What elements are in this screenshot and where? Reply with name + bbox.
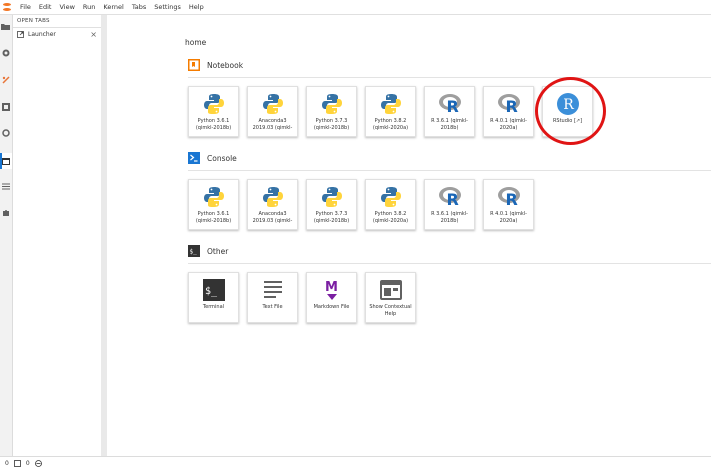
statusbar: 0 0: [0, 456, 711, 469]
svg-text:$_: $_: [190, 249, 198, 256]
status-count-1: 0: [5, 459, 9, 467]
launcher-icon: [17, 30, 24, 38]
python-icon: [202, 185, 226, 209]
jupyter-logo-icon: [1, 1, 13, 13]
other-card-show-contextual-help[interactable]: Show Contextual Help: [365, 272, 416, 323]
notebook-card-anaconda3-2019-03-qimkl[interactable]: Anaconda3 2019.03 (qimkl-: [247, 86, 298, 137]
python-icon: [261, 185, 285, 209]
section-notebook: Notebook Python 3.6.1 (qimkl-2018b) Anaco…: [188, 57, 711, 152]
r-icon: R: [497, 185, 521, 209]
other-card-text-file[interactable]: Text File: [247, 272, 298, 323]
status-count-2: 0: [25, 459, 30, 467]
card-label: Python 3.8.2 (qimkl-2020a): [372, 211, 409, 224]
console-card-python-3-8-2-qimkl-2020a[interactable]: Python 3.8.2 (qimkl-2020a): [365, 179, 416, 230]
svg-text:$_: $_: [205, 286, 218, 297]
card-label: Terminal: [202, 304, 225, 310]
card-label: Anaconda3 2019.03 (qimkl-: [252, 118, 293, 131]
menu-run[interactable]: Run: [83, 3, 95, 11]
other-card-markdown-file[interactable]: M Markdown File: [306, 272, 357, 323]
svg-text:R: R: [506, 190, 518, 209]
r-icon: R: [438, 92, 462, 116]
markdown-icon: M: [320, 278, 344, 302]
console-card-python-3-7-3-qimkl-2018b[interactable]: Python 3.7.3 (qimkl-2018b): [306, 179, 357, 230]
status-settings-icon: [34, 459, 42, 467]
card-label: R 4.0.1 (qimkl-2020a): [490, 118, 527, 131]
svg-text:R: R: [447, 97, 459, 116]
breadcrumb[interactable]: home: [185, 38, 206, 47]
notebook-icon: [188, 59, 200, 71]
section-title-console: Console: [207, 153, 237, 163]
console-card-anaconda3-2019-03-qimkl[interactable]: Anaconda3 2019.03 (qimkl-: [247, 179, 298, 230]
python-icon: [261, 92, 285, 116]
folder-icon[interactable]: [1, 22, 10, 30]
svg-text:M: M: [325, 280, 338, 295]
card-label: R 3.6.1 (qimkl-2018b): [431, 211, 468, 224]
other-card-terminal[interactable]: $_ Terminal: [188, 272, 239, 323]
open-tabs-header: OPEN TABS: [13, 15, 101, 28]
table-of-contents-icon[interactable]: [1, 182, 10, 190]
card-label: Markdown File: [313, 304, 350, 310]
r-icon: R: [497, 92, 521, 116]
section-other: $_ Other $_ Terminal Text File M Markdown Fi…: [188, 243, 711, 338]
console-card-python-3-6-1-qimkl-2018b[interactable]: Python 3.6.1 (qimkl-2018b): [188, 179, 239, 230]
card-label: R 4.0.1 (qimkl-2020a): [490, 211, 527, 224]
notebook-card-r-3-6-1-qimkl-2018b[interactable]: R R 3.6.1 (qimkl-2018b): [424, 86, 475, 137]
menu-view[interactable]: View: [59, 3, 74, 11]
open-tabs-panel: OPEN TABS Launcher ×: [13, 15, 102, 456]
card-label: Anaconda3 2019.03 (qimkl-: [252, 211, 293, 224]
python-icon: [320, 92, 344, 116]
help-icon: [379, 278, 403, 302]
menu-settings[interactable]: Settings: [154, 3, 181, 11]
textfile-icon: [261, 278, 285, 302]
tabs-icon[interactable]: [1, 157, 10, 165]
left-activity-bar: [0, 15, 13, 456]
menubar: File Edit View Run Kernel Tabs Settings …: [0, 0, 711, 15]
section-title-notebook: Notebook: [207, 60, 244, 70]
terminal-icon: $_: [202, 278, 226, 302]
notebook-card-r-4-0-1-qimkl-2020a[interactable]: R R 4.0.1 (qimkl-2020a): [483, 86, 534, 137]
card-label: Python 3.7.3 (qimkl-2018b): [313, 118, 350, 131]
card-label: Show Contextual Help: [369, 304, 412, 317]
console-card-r-4-0-1-qimkl-2020a[interactable]: R R 4.0.1 (qimkl-2020a): [483, 179, 534, 230]
python-icon: [379, 92, 403, 116]
other-icon: $_: [188, 245, 200, 257]
menu-help[interactable]: Help: [189, 3, 204, 11]
card-label: R 3.6.1 (qimkl-2018b): [431, 118, 468, 131]
svg-text:R: R: [506, 97, 518, 116]
launcher-panel: home Notebook Python 3.6.1 (qimkl-2018b)…: [107, 15, 711, 456]
rstudio-highlight-circle: [535, 77, 606, 145]
card-label: Text File: [262, 304, 283, 310]
notebook-card-python-3-7-3-qimkl-2018b[interactable]: Python 3.7.3 (qimkl-2018b): [306, 86, 357, 137]
running-icon[interactable]: [1, 49, 10, 57]
card-label: Python 3.6.1 (qimkl-2018b): [195, 211, 232, 224]
property-inspector-icon[interactable]: [1, 129, 10, 137]
svg-text:R: R: [447, 190, 459, 209]
notebook-card-python-3-6-1-qimkl-2018b[interactable]: Python 3.6.1 (qimkl-2018b): [188, 86, 239, 137]
card-label: Python 3.7.3 (qimkl-2018b): [313, 211, 350, 224]
puzzle-icon[interactable]: [1, 209, 10, 217]
card-label: Python 3.6.1 (qimkl-2018b): [195, 118, 232, 131]
menu-file[interactable]: File: [20, 3, 31, 11]
python-icon: [379, 185, 403, 209]
extension-manager-icon[interactable]: [1, 103, 10, 111]
menu-tabs[interactable]: Tabs: [132, 3, 146, 11]
open-tab-launcher[interactable]: Launcher ×: [13, 28, 101, 40]
open-tab-label: Launcher: [28, 30, 56, 38]
card-label: Python 3.8.2 (qimkl-2020a): [372, 118, 409, 131]
python-icon: [320, 185, 344, 209]
menu-edit[interactable]: Edit: [39, 3, 52, 11]
section-console: Console Python 3.6.1 (qimkl-2018b) Anacon…: [188, 150, 711, 245]
r-icon: R: [438, 185, 462, 209]
close-icon[interactable]: ×: [90, 30, 97, 39]
git-icon[interactable]: [1, 76, 10, 84]
menu-kernel[interactable]: Kernel: [103, 3, 123, 11]
section-title-other: Other: [207, 246, 229, 256]
status-kernel-icon: [13, 459, 21, 467]
python-icon: [202, 92, 226, 116]
console-icon: [188, 152, 200, 164]
notebook-card-python-3-8-2-qimkl-2020a[interactable]: Python 3.8.2 (qimkl-2020a): [365, 86, 416, 137]
console-card-r-3-6-1-qimkl-2018b[interactable]: R R 3.6.1 (qimkl-2018b): [424, 179, 475, 230]
